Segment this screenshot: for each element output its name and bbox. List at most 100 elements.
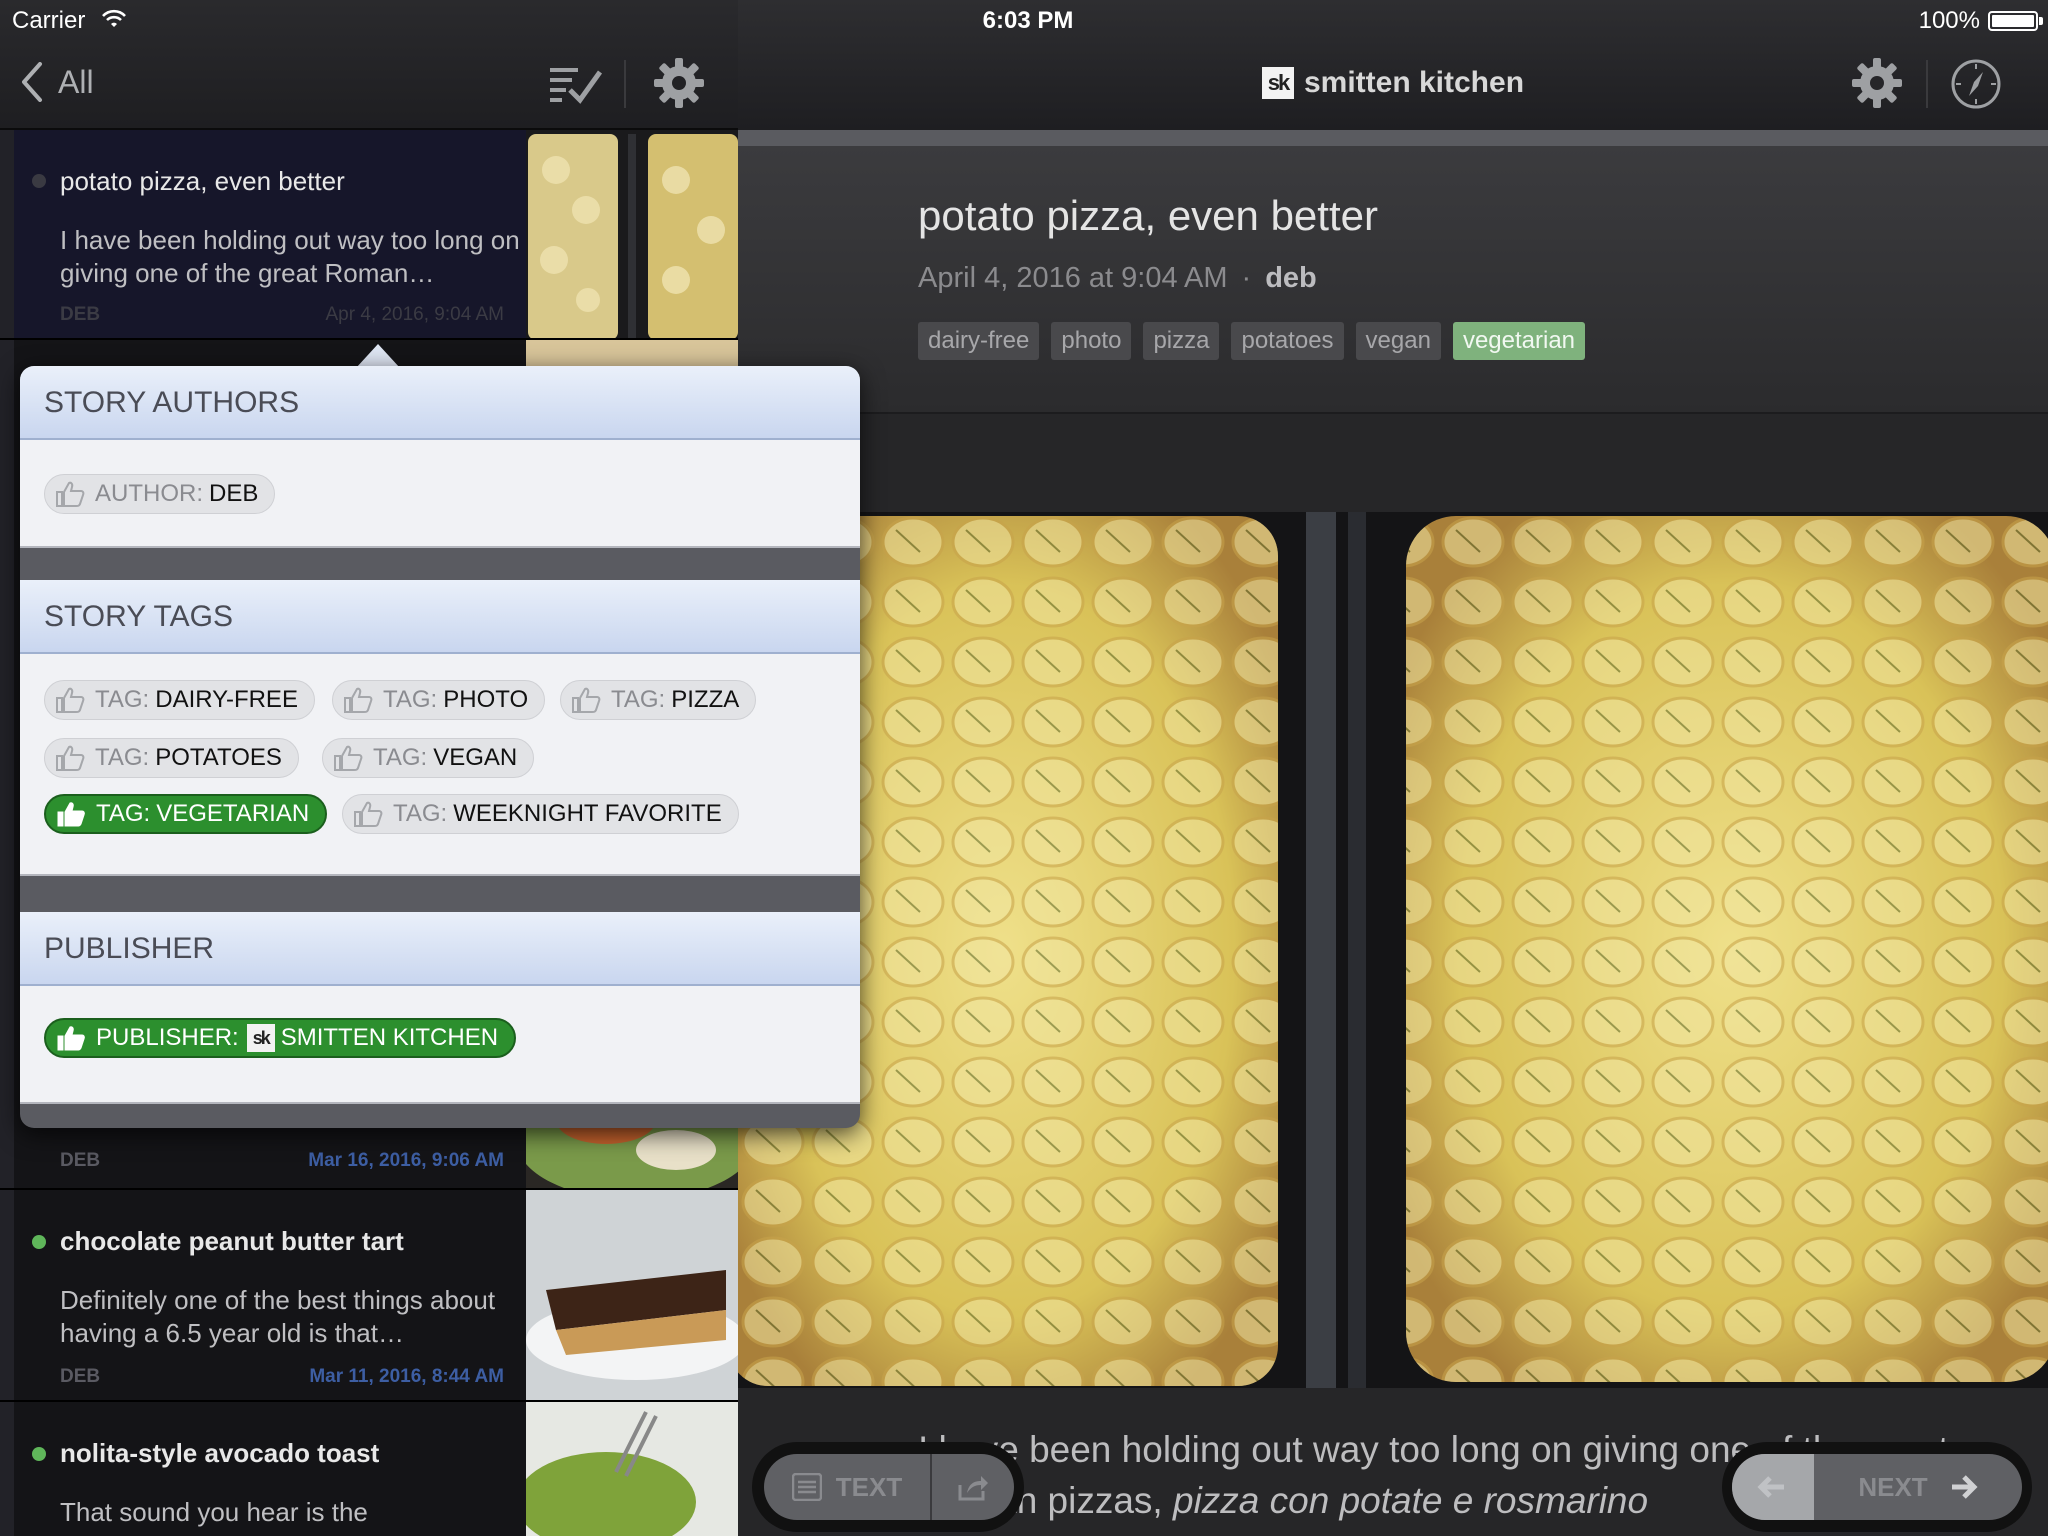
story-tags-popover: STORY AUTHORS AUTHOR: DEB STORY TAGS TAG… [20, 366, 860, 1128]
thumbs-up-icon [354, 801, 383, 827]
compass-icon[interactable] [1950, 58, 2002, 110]
chip-kind: TAG: [611, 686, 666, 713]
tag-pizza[interactable]: pizza [1143, 322, 1220, 360]
tag-chip-photo[interactable]: TAG: PHOTO [332, 680, 546, 720]
tag-photo[interactable]: photo [1051, 322, 1132, 360]
feed-title-text: smitten kitchen [1303, 66, 1525, 99]
tag-chip-vegetarian[interactable]: TAG: VEGETARIAN [44, 794, 328, 834]
story-date: Mar 16, 2016, 9:06 AM [308, 1150, 504, 1171]
text-view-label: TEXT [835, 1471, 903, 1502]
popover-arrow [356, 344, 400, 368]
tag-chip-dairy-free[interactable]: TAG: DAIRY-FREE [44, 680, 315, 720]
publisher-chip[interactable]: PUBLISHER: sk SMITTEN KITCHEN [44, 1018, 517, 1058]
next-button[interactable]: NEXT [1816, 1454, 2022, 1520]
share-icon [958, 1476, 988, 1501]
status-bar: Carrier 6:03 PM 100% [0, 0, 2048, 40]
tag-chip-weeknight-favorite[interactable]: TAG: WEEKNIGHT FAVORITE [342, 794, 739, 834]
story-progress-bar [738, 130, 2048, 146]
gear-icon[interactable] [652, 56, 706, 110]
thumbs-up-icon [572, 687, 601, 713]
chip-kind: PUBLISHER: [96, 1024, 239, 1051]
chip-value: WEEKNIGHT FAVORITE [453, 800, 722, 827]
previous-button[interactable] [1732, 1454, 1814, 1520]
chip-value: PIZZA [671, 686, 740, 713]
story-title: chocolate peanut butter tart [60, 1226, 404, 1256]
publisher-heading: PUBLISHER [20, 912, 860, 986]
clock: 6:03 PM [982, 7, 1074, 34]
thumbs-up-icon [334, 745, 363, 771]
text-view-button[interactable]: TEXT [764, 1454, 930, 1520]
thumbs-up-icon [57, 1026, 85, 1051]
story-snippet: That sound you hear is the [60, 1497, 368, 1527]
prev-next-pill: NEXT [1732, 1454, 2022, 1520]
arrow-left-icon [1757, 1476, 1784, 1498]
thumbs-up-icon [56, 745, 85, 771]
next-label: NEXT [1858, 1471, 1928, 1502]
tag-chip-pizza[interactable]: TAG: PIZZA [560, 680, 757, 720]
story-snippet: I have been holding out way too long on … [60, 225, 520, 288]
unread-dot [32, 1447, 46, 1461]
chip-value: SMITTEN KITCHEN [280, 1024, 499, 1051]
battery-tip [2039, 17, 2043, 25]
back-button[interactable]: All [20, 62, 94, 102]
tag-chip-potatoes[interactable]: TAG: POTATOES [44, 738, 299, 778]
gear-icon[interactable] [1850, 56, 1904, 110]
story-header: potato pizza, even better April 4, 2016 … [738, 146, 2048, 414]
chip-kind: AUTHOR: [95, 480, 203, 507]
chip-value: PHOTO [443, 686, 529, 713]
nav-divider [624, 60, 626, 108]
story-accent-bar [0, 340, 14, 1188]
chip-kind: TAG: [96, 800, 151, 827]
story-author: DEB [60, 1150, 101, 1171]
share-button[interactable] [932, 1454, 1014, 1520]
story-tags: dairy-free photo pizza potatoes vegan ve… [918, 322, 1586, 360]
chip-kind: TAG: [383, 686, 438, 713]
authors-heading: STORY AUTHORS [20, 366, 860, 440]
tag-vegetarian[interactable]: vegetarian [1452, 322, 1586, 360]
story-row[interactable]: nolita-style avocado toast That sound yo… [0, 1402, 738, 1536]
story-body-italic: pizza con potate e rosmarino [1173, 1480, 1649, 1521]
text-view-icon [791, 1473, 822, 1501]
story-date: April 4, 2016 at 9:04 AM [918, 262, 1228, 294]
author-chip[interactable]: AUTHOR: DEB [44, 474, 276, 514]
chip-kind: TAG: [95, 686, 150, 713]
authors-section: AUTHOR: DEB [20, 440, 860, 548]
story-row[interactable]: chocolate peanut butter tart Definitely … [0, 1190, 738, 1402]
story-author: DEB [60, 304, 101, 325]
publisher-section: PUBLISHER: sk SMITTEN KITCHEN [20, 986, 860, 1104]
story-accent-bar [0, 1190, 14, 1400]
story-author: DEB [60, 1366, 101, 1387]
battery-icon [1988, 11, 2038, 31]
chip-kind: TAG: [393, 800, 448, 827]
thumbs-up-icon [57, 802, 85, 827]
story-thumbnail [526, 130, 738, 338]
mark-read-icon[interactable] [548, 62, 604, 104]
meta-separator: · [1241, 262, 1252, 294]
chip-kind: TAG: [373, 744, 428, 771]
story-photo [738, 512, 2048, 1388]
chip-value: POTATOES [155, 744, 282, 771]
tag-potatoes[interactable]: potatoes [1231, 322, 1344, 360]
tags-section: TAG: DAIRY-FREE TAG: PHOTO TAG: PIZZA TA… [20, 654, 860, 876]
tag-vegan[interactable]: vegan [1355, 322, 1441, 360]
chevron-left-icon [22, 62, 42, 102]
chip-value: VEGAN [433, 744, 518, 771]
back-label: All [58, 63, 94, 100]
chip-value: DEB [209, 480, 259, 507]
tag-chip-vegan[interactable]: TAG: VEGAN [322, 738, 535, 778]
story-title: nolita-style avocado toast [60, 1438, 380, 1468]
story-meta: April 4, 2016 at 9:04 AM · deb [918, 262, 1317, 295]
story-accent-bar [0, 130, 14, 338]
story-date: Mar 11, 2016, 8:44 AM [309, 1366, 504, 1387]
story-row-selected[interactable]: potato pizza, even better I have been ho… [0, 130, 738, 340]
story-thumbnail [526, 1190, 738, 1400]
story-author-link[interactable]: deb [1265, 262, 1317, 294]
read-dot [32, 174, 46, 188]
tag-dairy-free[interactable]: dairy-free [918, 322, 1040, 360]
chip-kind: TAG: [95, 744, 150, 771]
story-accent-bar [0, 1402, 14, 1536]
battery-percent: 100% [1918, 7, 1980, 34]
story-heading: potato pizza, even better [918, 192, 1378, 239]
story-snippet: Definitely one of the best things about … [60, 1285, 496, 1348]
story-thumbnail [526, 1402, 738, 1536]
